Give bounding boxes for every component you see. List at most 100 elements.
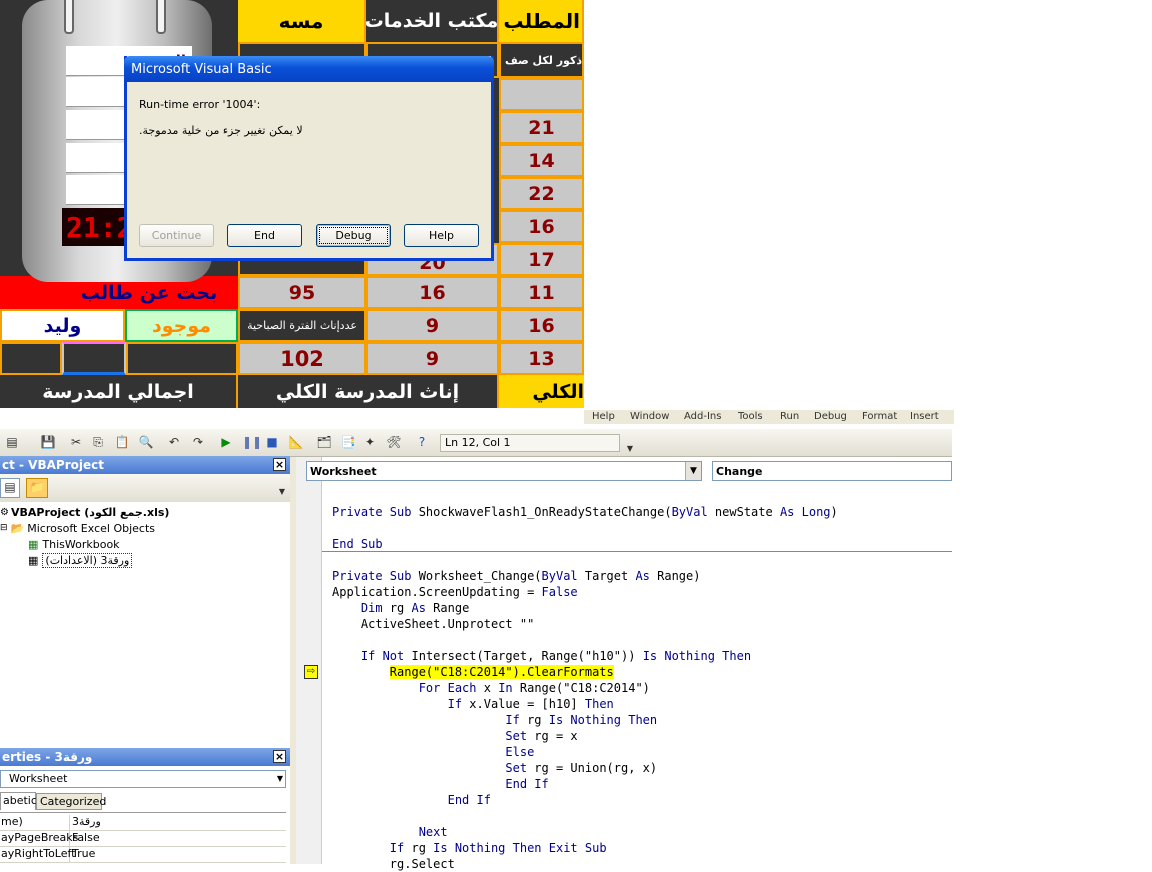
copy-icon[interactable]: ⎘: [90, 434, 106, 450]
continue-button[interactable]: Continue: [139, 224, 214, 247]
footer-cell[interactable]: إناث المدرسة الكلي: [238, 375, 499, 408]
sheet-cell[interactable]: [0, 342, 62, 375]
value-cell[interactable]: 16: [499, 309, 584, 342]
properties-object-select[interactable]: Worksheet ▼: [0, 770, 286, 788]
current-statement: Range("C18:C2014").ClearFormats: [389, 665, 614, 679]
project-icon: ⚙: [0, 506, 9, 518]
selected-cell[interactable]: [62, 342, 126, 375]
sheet-cell[interactable]: [126, 342, 238, 375]
help-button[interactable]: Help: [404, 224, 479, 247]
code-editor[interactable]: Private Sub ShockwaveFlash1_OnReadyState…: [322, 486, 952, 871]
footer-cell[interactable]: الكلي: [499, 375, 584, 408]
ring-icon: [64, 0, 74, 34]
break-icon[interactable]: ❚❚: [242, 434, 262, 450]
project-explorer-icon[interactable]: 🗂: [316, 434, 332, 450]
object-select[interactable]: Worksheet ▼: [306, 461, 702, 481]
tree-item-sheet[interactable]: ▦ ورقة3 (الاعدادات): [28, 552, 133, 568]
cut-icon[interactable]: ✂: [68, 434, 84, 450]
tab-alphabetic[interactable]: abetic: [0, 792, 37, 810]
object-browser-icon[interactable]: ✦: [362, 434, 378, 450]
property-row[interactable]: me) ورقة3: [0, 815, 286, 831]
value-cell[interactable]: 95: [238, 276, 366, 309]
error-dialog: Microsoft Visual Basic Run-time error '1…: [124, 56, 494, 261]
debug-button[interactable]: Debug: [316, 224, 391, 247]
header-cell[interactable]: مكتب الخدمات: [366, 0, 499, 42]
chevron-down-icon[interactable]: ▼: [277, 771, 283, 787]
value-cell[interactable]: 22: [499, 177, 584, 210]
tree-item-thisworkbook[interactable]: ▦ ThisWorkbook: [28, 536, 120, 552]
code-line: Next: [418, 825, 448, 839]
footer-cell[interactable]: اجمالي المدرسة: [0, 375, 238, 408]
run-icon[interactable]: ▶: [218, 434, 234, 450]
ring-icon: [156, 0, 166, 34]
find-icon[interactable]: 🔍: [138, 434, 154, 450]
menu-window[interactable]: Window: [630, 411, 669, 422]
workbook-icon: ▦: [28, 537, 39, 551]
code-margin[interactable]: [296, 457, 322, 864]
redo-icon[interactable]: ↷: [190, 434, 206, 450]
code-line: For Each x In Range("C18:C2014"): [418, 681, 650, 695]
procedure-separator: [322, 551, 952, 552]
menu-debug[interactable]: Debug: [814, 411, 847, 422]
menu-tools[interactable]: Tools: [738, 411, 763, 422]
design-mode-icon[interactable]: 📐: [288, 434, 304, 450]
header-cell[interactable]: المطلب: [499, 0, 584, 42]
tree-item-folder[interactable]: ⊟ 📂 Microsoft Excel Objects: [0, 520, 155, 536]
properties-panel-title: erties - ورقة3 ×: [0, 748, 290, 766]
label-cell[interactable]: عددإناث الفترة الصباحية: [238, 309, 366, 342]
menu-help[interactable]: Help: [592, 411, 615, 422]
code-line: End Sub: [332, 537, 383, 551]
code-line: End If: [505, 777, 549, 791]
menu-insert[interactable]: Insert: [910, 411, 939, 422]
chevron-down-icon[interactable]: ▼: [685, 462, 701, 480]
value-cell[interactable]: 17: [499, 243, 584, 276]
value-cell[interactable]: 16: [499, 210, 584, 243]
undo-icon[interactable]: ↶: [166, 434, 182, 450]
code-line: If Not Intersect(Target, Range("h10")) I…: [360, 649, 752, 663]
project-toolbar: ▤ 📁 ▼: [0, 474, 290, 502]
insert-module-icon[interactable]: ▤: [4, 434, 20, 450]
tab-categorized[interactable]: Categorized: [36, 793, 106, 810]
value-cell[interactable]: 102: [238, 342, 366, 375]
menu-format[interactable]: Format: [862, 411, 897, 422]
code-line: ActiveSheet.Unprotect "": [332, 617, 535, 631]
chevron-down-icon[interactable]: ▼: [274, 484, 290, 500]
close-icon[interactable]: ×: [273, 458, 286, 471]
toggle-folders-icon[interactable]: 📁: [26, 478, 48, 498]
save-icon[interactable]: 💾: [40, 434, 56, 450]
value-cell[interactable]: 16: [366, 276, 499, 309]
menu-addins[interactable]: Add-Ins: [684, 411, 721, 422]
code-line: Application.ScreenUpdating = False: [332, 585, 578, 599]
project-panel-title: ct - VBAProject ×: [0, 456, 290, 474]
value-cell[interactable]: 14: [499, 144, 584, 177]
worksheet-icon: ▦: [28, 553, 39, 567]
reset-icon[interactable]: ■: [264, 434, 280, 450]
value-cell[interactable]: 9: [366, 342, 499, 375]
dialog-title[interactable]: Microsoft Visual Basic: [124, 56, 494, 82]
subheader-cell[interactable]: ذكور لكل صف: [499, 42, 584, 78]
value-cell[interactable]: 11: [499, 276, 584, 309]
sheet-cell[interactable]: [499, 78, 584, 111]
tree-item-project[interactable]: ⚙ VBAProject (جمع الكود.xls): [0, 504, 169, 520]
value-cell[interactable]: 9: [366, 309, 499, 342]
help-icon[interactable]: ?: [414, 434, 430, 450]
property-row[interactable]: ayPageBreaks False: [0, 831, 286, 847]
value-cell[interactable]: 21: [499, 111, 584, 144]
header-cell[interactable]: مسه: [238, 0, 366, 42]
close-icon[interactable]: ×: [273, 750, 286, 763]
toolbox-icon[interactable]: 🛠: [386, 434, 402, 450]
property-row[interactable]: ayRightToLeft True: [0, 847, 286, 863]
value-cell[interactable]: 13: [499, 342, 584, 375]
student-name-cell[interactable]: وليد: [0, 309, 125, 342]
end-button[interactable]: End: [227, 224, 302, 247]
error-code: Run-time error '1004':: [139, 98, 261, 111]
chevron-down-icon[interactable]: ▼: [622, 441, 638, 457]
procedure-select[interactable]: Change: [712, 461, 952, 481]
paste-icon[interactable]: 📋: [114, 434, 130, 450]
view-object-icon[interactable]: ▤: [0, 478, 20, 498]
properties-icon[interactable]: 📑: [340, 434, 356, 450]
code-line: Range("C18:C2014").ClearFormats: [332, 664, 614, 680]
code-line: If x.Value = [h10] Then: [447, 697, 614, 711]
menu-run[interactable]: Run: [780, 411, 799, 422]
execution-arrow-icon: ⇨: [304, 665, 318, 679]
